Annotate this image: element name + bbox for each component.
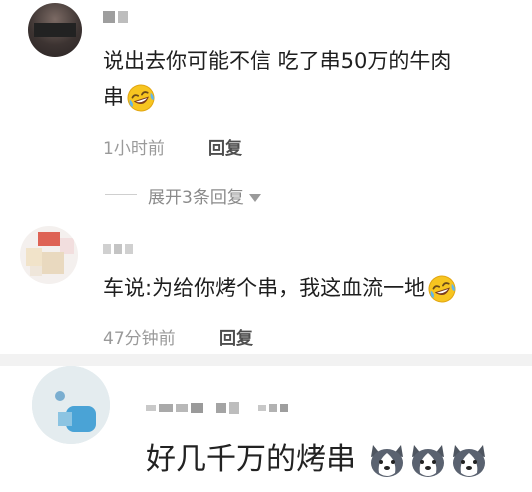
commenter-username-blurred[interactable] [103, 9, 128, 25]
comment-timestamp: 1小时前 [103, 139, 165, 159]
commenter-avatar[interactable] [20, 226, 78, 284]
commenter-username-blurred[interactable] [146, 400, 288, 416]
expand-replies-button[interactable]: 展开3条回复 [148, 183, 261, 208]
comment-text: 车说:为给你烤个串，我这血流一地 [103, 270, 457, 306]
expand-replies-label: 展开3条回复 [148, 188, 244, 208]
commenter-username-blurred[interactable] [103, 241, 133, 257]
expand-divider [105, 194, 137, 195]
blurred-avatar-image [26, 232, 74, 276]
laughing-crying-emoji-icon [127, 84, 155, 112]
comment-thread: 说出去你可能不信 吃了串50万的牛肉 串 1小时前 回复 展开3条回复 车说:为… [0, 0, 532, 492]
reply-button[interactable]: 回复 [219, 324, 253, 349]
husky-dog-emoji-icon [452, 444, 485, 477]
commenter-avatar[interactable] [32, 366, 110, 444]
husky-emoji-group [356, 442, 489, 477]
comment-timestamp: 47分钟前 [103, 329, 176, 349]
caret-down-icon [248, 194, 261, 202]
comment-text-line1: 好几千万的烤串 [146, 442, 356, 477]
laughing-crying-emoji-icon [428, 275, 456, 303]
comment-text-continued: 串 [103, 79, 156, 115]
blurred-avatar-image [32, 366, 110, 444]
comment-text: 说出去你可能不信 吃了串50万的牛肉 [103, 43, 451, 79]
comment-text: 好几千万的烤串 [146, 438, 489, 482]
husky-dog-emoji-icon [370, 444, 403, 477]
reply-button[interactable]: 回复 [208, 134, 242, 159]
comment-text-line1: 车说:为给你烤个串，我这血流一地 [103, 276, 426, 300]
section-divider [0, 354, 532, 366]
commenter-avatar[interactable] [28, 3, 82, 57]
husky-dog-emoji-icon [411, 444, 444, 477]
comment-text-line1: 说出去你可能不信 吃了串50万的牛肉 [103, 49, 452, 73]
comment-text-line2: 串 [103, 85, 124, 109]
